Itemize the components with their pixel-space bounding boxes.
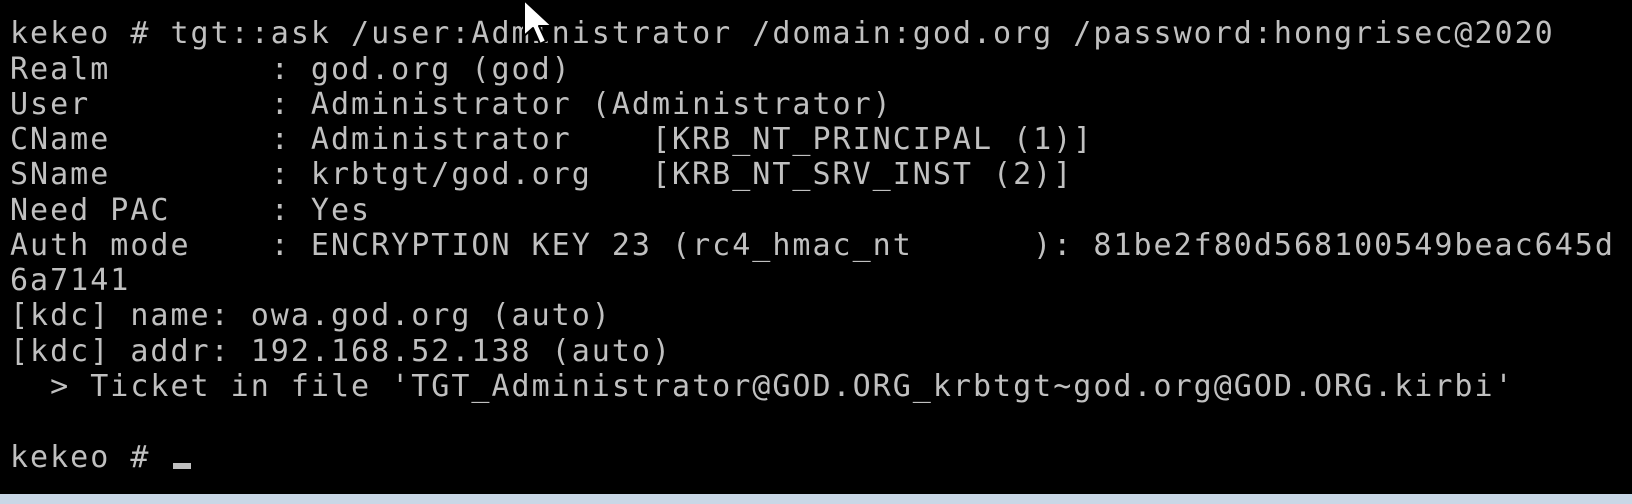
console-line-auth-key-wrap: 6a7141 — [10, 263, 131, 298]
text-cursor — [172, 463, 191, 469]
console-window: kekeo # tgt::ask /user:Administrator /do… — [0, 0, 1632, 504]
console-line-kdc-addr: [kdc] addr: 192.168.52.138 (auto) — [10, 334, 673, 369]
console-line-auth-mode: Auth mode : ENCRYPTION KEY 23 (rc4_hmac_… — [10, 228, 1615, 263]
console-line-prompt[interactable]: kekeo # — [10, 440, 191, 476]
console-line-realm: Realm : god.org (god) — [10, 52, 572, 87]
console-line-user: User : Administrator (Administrator) — [10, 87, 893, 122]
console-line-ticket-file: > Ticket in file 'TGT_Administrator@GOD.… — [10, 369, 1515, 404]
console-line-command: kekeo # tgt::ask /user:Administrator /do… — [10, 16, 1555, 51]
console-line-need-pac: Need PAC : Yes — [10, 193, 372, 228]
console-line-kdc-name: [kdc] name: owa.god.org (auto) — [10, 298, 612, 333]
console-line-sname: SName : krbtgt/god.org [KRB_NT_SRV_INST … — [10, 157, 1074, 192]
console-output[interactable]: kekeo # tgt::ask /user:Administrator /do… — [0, 0, 1632, 494]
mouse-pointer-icon — [523, 0, 553, 45]
console-line-cname: CName : Administrator [KRB_NT_PRINCIPAL … — [10, 122, 1094, 157]
prompt-text: kekeo # — [10, 440, 171, 475]
